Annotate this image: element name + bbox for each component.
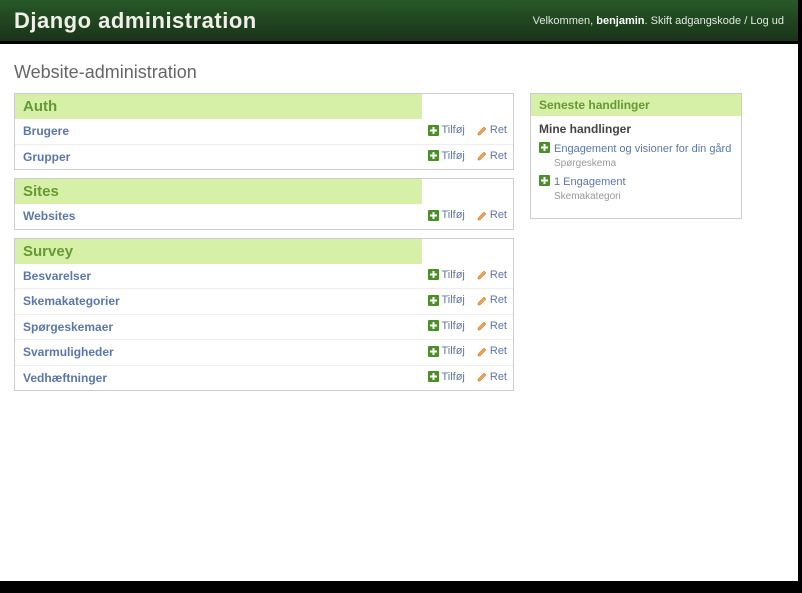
add-link[interactable]: Tilføj bbox=[428, 294, 464, 306]
recent-actions-caption: Seneste handlinger bbox=[531, 94, 741, 116]
model-link[interactable]: Vedhæftninger bbox=[23, 371, 107, 385]
add-link[interactable]: Tilføj bbox=[428, 209, 464, 221]
change-link[interactable]: Ret bbox=[477, 209, 507, 221]
model-row: Skemakategorier Tilføj Ret bbox=[15, 289, 513, 315]
plus-icon bbox=[428, 320, 439, 331]
pencil-icon bbox=[477, 269, 488, 280]
add-link[interactable]: Tilføj bbox=[428, 371, 464, 383]
add-link[interactable]: Tilføj bbox=[428, 124, 464, 136]
recent-action-type: Spørgeskema bbox=[554, 158, 733, 169]
change-link[interactable]: Ret bbox=[477, 294, 507, 306]
app-module-sites: Sites Websites Tilføj Ret bbox=[14, 178, 514, 230]
user-tools: Velkommen, benjamin. Skift adgangskode /… bbox=[533, 15, 784, 27]
plus-icon bbox=[428, 371, 439, 382]
model-link[interactable]: Websites bbox=[23, 209, 75, 223]
pencil-icon bbox=[477, 346, 488, 357]
pencil-icon bbox=[477, 295, 488, 306]
pencil-icon bbox=[477, 125, 488, 136]
plus-icon bbox=[428, 150, 439, 161]
plus-icon bbox=[539, 142, 550, 153]
pencil-icon bbox=[477, 210, 488, 221]
recent-action-item: 1 Engagement bbox=[539, 175, 733, 189]
model-row: Svarmuligheder Tilføj Ret bbox=[15, 340, 513, 366]
change-password-link[interactable]: Skift adgangskode bbox=[651, 15, 742, 27]
add-link[interactable]: Tilføj bbox=[428, 269, 464, 281]
my-actions-heading: Mine handlinger bbox=[539, 122, 733, 136]
change-link[interactable]: Ret bbox=[477, 371, 507, 383]
plus-icon bbox=[428, 295, 439, 306]
change-link[interactable]: Ret bbox=[477, 269, 507, 281]
recent-action-type: Skemakategori bbox=[554, 191, 733, 202]
add-link[interactable]: Tilføj bbox=[428, 150, 464, 162]
app-module-survey: Survey Besvarelser Tilføj Ret Skemakateg… bbox=[14, 238, 514, 392]
pencil-icon bbox=[477, 150, 488, 161]
recent-actions-module: Seneste handlinger Mine handlinger Engag… bbox=[530, 93, 742, 219]
model-row: Grupper Tilføj Ret bbox=[15, 144, 513, 169]
model-row: Spørgeskemaer Tilføj Ret bbox=[15, 314, 513, 340]
pencil-icon bbox=[477, 320, 488, 331]
welcome-text: Velkommen, bbox=[533, 15, 597, 27]
app-caption: Survey bbox=[15, 239, 422, 264]
model-link[interactable]: Besvarelser bbox=[23, 269, 91, 283]
username: benjamin bbox=[596, 15, 644, 27]
model-row: Besvarelser Tilføj Ret bbox=[15, 264, 513, 289]
pencil-icon bbox=[477, 371, 488, 382]
model-link[interactable]: Brugere bbox=[23, 124, 69, 138]
change-link[interactable]: Ret bbox=[477, 345, 507, 357]
model-row: Brugere Tilføj Ret bbox=[15, 119, 513, 144]
app-module-auth: Auth Brugere Tilføj Ret Grupper Tilføj R… bbox=[14, 93, 514, 170]
app-list: Auth Brugere Tilføj Ret Grupper Tilføj R… bbox=[14, 93, 514, 399]
app-caption: Auth bbox=[15, 94, 422, 119]
header: Django administration Velkommen, benjami… bbox=[0, 0, 798, 44]
logout-link[interactable]: Log ud bbox=[750, 15, 784, 27]
recent-action-link[interactable]: 1 Engagement bbox=[554, 175, 626, 189]
change-link[interactable]: Ret bbox=[477, 320, 507, 332]
change-link[interactable]: Ret bbox=[477, 150, 507, 162]
add-link[interactable]: Tilføj bbox=[428, 320, 464, 332]
model-link[interactable]: Svarmuligheder bbox=[23, 345, 114, 359]
model-link[interactable]: Skemakategorier bbox=[23, 294, 120, 308]
model-link[interactable]: Spørgeskemaer bbox=[23, 320, 113, 334]
plus-icon bbox=[428, 210, 439, 221]
plus-icon bbox=[428, 125, 439, 136]
plus-icon bbox=[539, 175, 550, 186]
plus-icon bbox=[428, 346, 439, 357]
branding: Django administration bbox=[14, 8, 257, 34]
recent-action-link[interactable]: Engagement og visioner for din gård bbox=[554, 142, 731, 156]
change-link[interactable]: Ret bbox=[477, 124, 507, 136]
app-caption: Sites bbox=[15, 179, 422, 204]
page-title: Website-administration bbox=[14, 62, 784, 83]
model-link[interactable]: Grupper bbox=[23, 150, 70, 164]
plus-icon bbox=[428, 269, 439, 280]
recent-action-item: Engagement og visioner for din gård bbox=[539, 142, 733, 156]
model-row: Vedhæftninger Tilføj Ret bbox=[15, 365, 513, 390]
add-link[interactable]: Tilføj bbox=[428, 345, 464, 357]
model-row: Websites Tilføj Ret bbox=[15, 204, 513, 229]
